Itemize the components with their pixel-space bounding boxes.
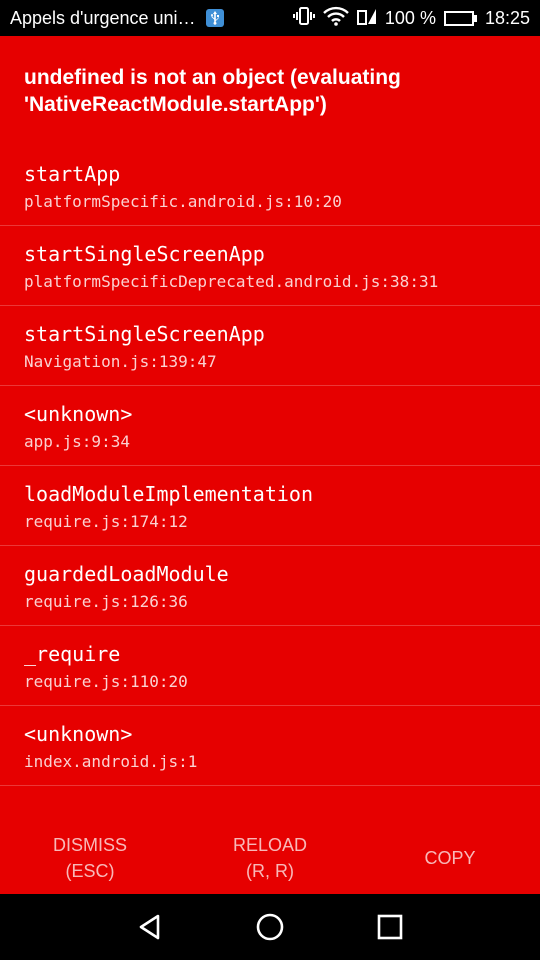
clock: 18:25 — [484, 7, 530, 28]
frame-method: _require — [24, 642, 121, 666]
frame-location: app.js:9:34 — [24, 432, 130, 451]
frame-method: startApp — [24, 162, 121, 186]
home-icon[interactable] — [250, 907, 290, 947]
recents-icon[interactable] — [370, 907, 410, 947]
navigation-bar — [0, 894, 540, 960]
battery-percent: 100 % — [384, 7, 436, 28]
frame-method: guardedLoadModule — [24, 562, 229, 586]
error-message-line: undefined is not an object (evaluating — [24, 66, 401, 89]
reload-button[interactable]: RELOAD (R, R) — [180, 822, 360, 894]
frame-method: startSingleScreenApp — [24, 242, 265, 266]
status-bar: Appels d'urgence uni… 100 % 18:25 — [0, 0, 540, 36]
signal-icon — [356, 6, 377, 31]
battery-charging-icon — [443, 10, 477, 26]
reload-label: RELOAD — [232, 835, 308, 855]
copy-label: COPY — [424, 848, 476, 868]
stack-frame[interactable]: startSingleScreenApp platformSpecificDep… — [0, 226, 540, 306]
frame-location: platformSpecificDeprecated.android.js:38… — [24, 272, 439, 291]
redbox-error-panel: undefined is not an object (evaluating '… — [0, 36, 540, 894]
error-message: undefined is not an object (evaluating '… — [24, 64, 514, 118]
frame-location: Navigation.js:139:47 — [24, 352, 217, 371]
back-icon[interactable] — [130, 907, 170, 947]
frame-method: <unknown> — [24, 402, 133, 426]
frame-location: index.android.js:1 — [24, 752, 198, 771]
vibrate-icon — [292, 6, 315, 31]
notification-text: Appels d'urgence uni… — [10, 7, 196, 28]
stack-frame[interactable]: startSingleScreenApp Navigation.js:139:4… — [0, 306, 540, 386]
stack-trace-list: startApp platformSpecific.android.js:10:… — [0, 146, 540, 786]
copy-button[interactable]: COPY — [360, 822, 540, 894]
frame-location: require.js:126:36 — [24, 592, 188, 611]
dismiss-label: DISMISS — [52, 835, 127, 855]
wifi-icon — [323, 6, 349, 31]
error-message-line: 'NativeReactModule.startApp') — [24, 93, 327, 116]
frame-location: require.js:174:12 — [24, 512, 188, 531]
dismiss-shortcut: (ESC) — [65, 861, 115, 881]
dismiss-button[interactable]: DISMISS (ESC) — [0, 822, 180, 894]
frame-location: platformSpecific.android.js:10:20 — [24, 192, 342, 211]
usb-icon — [205, 9, 224, 27]
stack-frame[interactable]: startApp platformSpecific.android.js:10:… — [0, 146, 540, 226]
redbox-button-bar: DISMISS (ESC) RELOAD (R, R) COPY — [0, 822, 540, 894]
reload-shortcut: (R, R) — [246, 861, 294, 881]
frame-method: <unknown> — [24, 722, 133, 746]
frame-method: loadModuleImplementation — [24, 482, 313, 506]
stack-frame[interactable]: <unknown> app.js:9:34 — [0, 386, 540, 466]
frame-location: require.js:110:20 — [24, 672, 188, 691]
stack-frame[interactable]: guardedLoadModule require.js:126:36 — [0, 546, 540, 626]
frame-method: startSingleScreenApp — [24, 322, 265, 346]
stack-frame[interactable]: _require require.js:110:20 — [0, 626, 540, 706]
stack-frame[interactable]: <unknown> index.android.js:1 — [0, 706, 540, 786]
stack-frame[interactable]: loadModuleImplementation require.js:174:… — [0, 466, 540, 546]
